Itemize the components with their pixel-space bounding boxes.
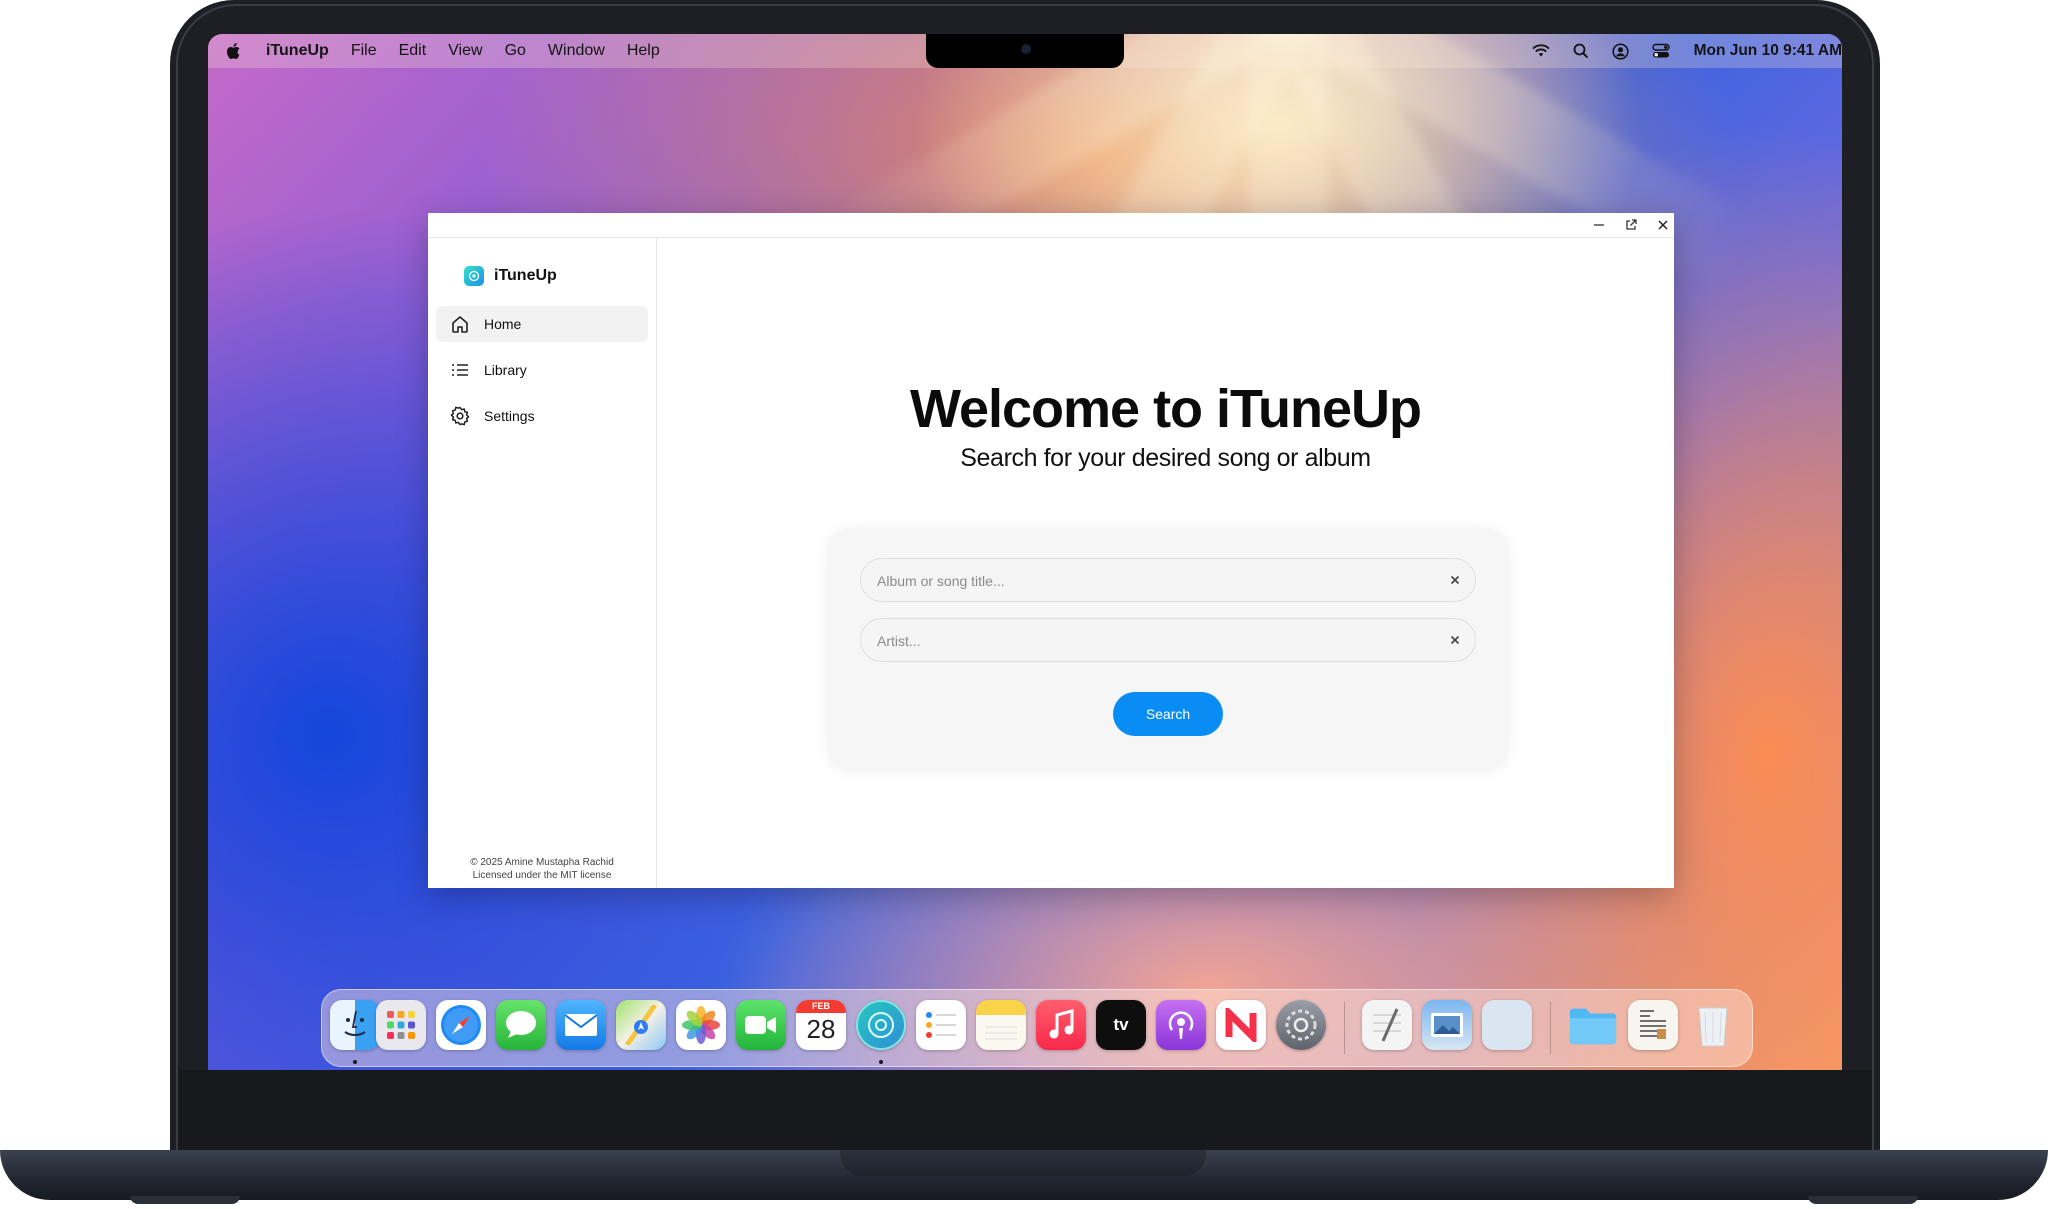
control-center-icon[interactable] — [1650, 42, 1672, 60]
mail-icon[interactable] — [556, 1000, 606, 1050]
menu-clock[interactable]: Mon Jun 10 9:41 AM — [1694, 42, 1842, 60]
facetime-icon[interactable] — [736, 1000, 786, 1050]
ituneup-dock-icon[interactable] — [856, 1000, 906, 1050]
menu-window[interactable]: Window — [548, 42, 605, 60]
maps-icon[interactable] — [616, 1000, 666, 1050]
laptop-foot-left — [130, 1196, 240, 1204]
ituneup-running-indicator — [879, 1060, 883, 1064]
app-logo-icon — [464, 266, 484, 286]
clear-title-icon[interactable] — [1445, 570, 1465, 590]
dock: FEB 28 tv — [321, 989, 1753, 1067]
textedit-icon[interactable] — [1362, 1000, 1412, 1050]
notes-icon[interactable] — [976, 1000, 1026, 1050]
wifi-icon[interactable] — [1530, 42, 1552, 60]
artist-input[interactable] — [875, 619, 1439, 663]
gear-icon — [450, 406, 470, 426]
menu-view[interactable]: View — [448, 42, 482, 60]
copyright-text: © 2025 Amine Mustapha Rachid — [470, 857, 614, 868]
page-title: Welcome to iTuneUp — [909, 379, 1422, 439]
blank-app-icon[interactable] — [1482, 1000, 1532, 1050]
menu-app-name[interactable]: iTuneUp — [266, 42, 329, 60]
sidebar-item-home[interactable]: Home — [436, 306, 648, 342]
preview-icon[interactable] — [1422, 1000, 1472, 1050]
menu-help[interactable]: Help — [627, 42, 660, 60]
reminders-icon[interactable] — [916, 1000, 966, 1050]
minimize-icon[interactable] — [1590, 216, 1608, 234]
page-subtitle: Search for your desired song or album — [960, 444, 1371, 472]
apple-tv-label: tv — [1113, 1015, 1129, 1034]
menu-edit[interactable]: Edit — [399, 42, 427, 60]
sidebar-item-label: Home — [484, 316, 522, 332]
brand-name: iTuneUp — [494, 267, 557, 284]
clear-artist-icon[interactable] — [1445, 630, 1465, 650]
artist-field — [860, 618, 1476, 663]
user-account-icon[interactable] — [1610, 42, 1632, 60]
desktop-screen: iTuneUp File Edit View Go Window Help Mo… — [208, 34, 1842, 1070]
window-titlebar[interactable] — [428, 213, 1674, 238]
title-input[interactable] — [875, 559, 1439, 603]
menu-file[interactable]: File — [351, 42, 377, 60]
safari-icon[interactable] — [436, 1000, 486, 1050]
laptop-base-notch — [840, 1150, 1206, 1176]
brand: iTuneUp — [464, 266, 557, 286]
apple-logo-icon[interactable] — [226, 42, 242, 60]
sidebar: iTuneUp Home Library Settings © 2025 Ami… — [428, 238, 657, 888]
music-icon[interactable] — [1036, 1000, 1086, 1050]
calendar-month: FEB — [796, 1000, 846, 1013]
status-area: Mon Jun 10 9:41 AM — [1512, 34, 1842, 68]
laptop-foot-right — [1808, 1196, 1918, 1204]
sidebar-item-settings[interactable]: Settings — [436, 398, 648, 434]
finder-icon[interactable] — [330, 1000, 380, 1050]
camera-lens — [1021, 44, 1031, 54]
license-text: Licensed under the MIT license — [472, 870, 612, 881]
search-button[interactable]: Search — [1113, 692, 1223, 736]
spotlight-search-icon[interactable] — [1570, 42, 1592, 60]
laptop-chin — [178, 1070, 1872, 1150]
messages-icon[interactable] — [496, 1000, 546, 1050]
sidebar-item-label: Settings — [484, 408, 535, 424]
document-icon[interactable] — [1628, 1000, 1678, 1050]
sidebar-item-library[interactable]: Library — [436, 352, 648, 388]
podcasts-icon[interactable] — [1156, 1000, 1206, 1050]
main-content: Welcome to iTuneUp Search for your desir… — [657, 238, 1674, 888]
home-icon — [452, 316, 468, 333]
menu-go[interactable]: Go — [505, 42, 526, 60]
title-field — [860, 558, 1476, 603]
sidebar-item-label: Library — [484, 362, 527, 378]
launchpad-icon[interactable] — [376, 1000, 426, 1050]
finder-running-indicator — [353, 1060, 357, 1064]
app-window: iTuneUp Home Library Settings © 2025 Ami… — [428, 213, 1674, 888]
news-icon[interactable] — [1216, 1000, 1266, 1050]
sidebar-footer: © 2025 Amine Mustapha Rachid Licensed un… — [428, 856, 656, 882]
apple-tv-icon[interactable]: tv — [1096, 1000, 1146, 1050]
dock-separator — [1344, 1002, 1345, 1054]
search-card: Search — [828, 528, 1508, 768]
photos-icon[interactable] — [676, 1000, 726, 1050]
calendar-day: 28 — [806, 1014, 836, 1044]
calendar-icon[interactable]: FEB 28 — [796, 1000, 846, 1050]
list-icon — [452, 364, 468, 376]
dock-separator — [1550, 1002, 1551, 1054]
close-window-icon[interactable] — [1654, 216, 1672, 234]
system-settings-icon[interactable] — [1276, 1000, 1326, 1050]
popout-icon[interactable] — [1622, 216, 1640, 234]
folder-icon[interactable] — [1568, 1000, 1618, 1050]
trash-icon[interactable] — [1688, 1000, 1738, 1050]
